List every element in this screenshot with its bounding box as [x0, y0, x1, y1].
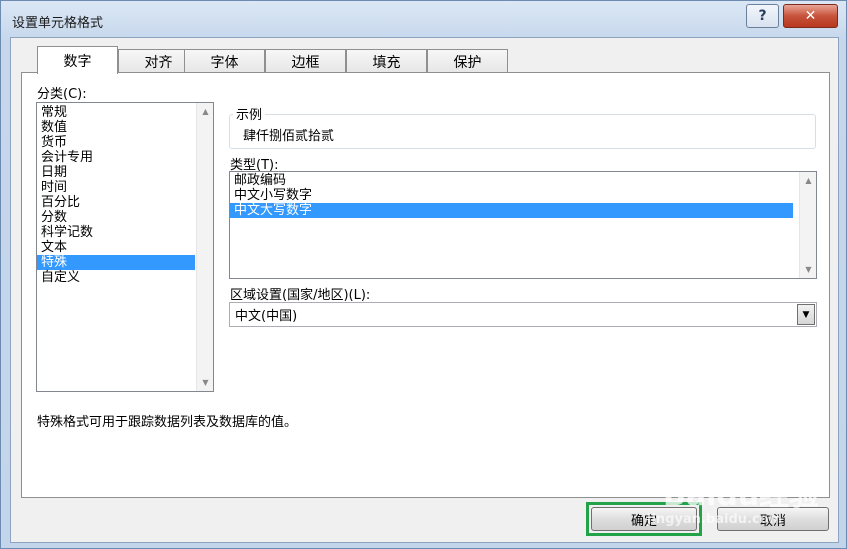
sample-label: 示例 [233, 104, 266, 123]
help-button[interactable]: ? [746, 4, 779, 28]
type-scrollbar[interactable]: ▲ ▼ [799, 172, 816, 278]
scroll-up-arrow-icon[interactable]: ▲ [800, 172, 816, 189]
list-item[interactable]: 科学记数 [37, 225, 213, 240]
type-listbox[interactable]: 邮政编码 中文小写数字 中文大写数字 ▲ ▼ [229, 171, 817, 279]
tab-border[interactable]: 边框 [265, 49, 346, 73]
list-item[interactable]: 会计专用 [37, 150, 213, 165]
description-text: 特殊格式可用于跟踪数据列表及数据库的值。 [37, 415, 298, 430]
dialog-window: 设置单元格格式 ? ✕ 数字 对齐 字体 边框 填充 保护 分类(C): 常规 … [0, 0, 847, 549]
list-item-selected[interactable]: 中文大写数字 [230, 203, 793, 218]
locale-value: 中文(中国) [235, 309, 298, 324]
list-item[interactable]: 分数 [37, 210, 213, 225]
watermark-logo: Baidu经验 [663, 470, 819, 514]
list-item[interactable]: 货币 [37, 135, 213, 150]
list-item[interactable]: 日期 [37, 165, 213, 180]
list-item[interactable]: 中文小写数字 [230, 188, 816, 203]
locale-label: 区域设置(国家/地区)(L): [230, 288, 371, 303]
scroll-down-arrow-icon[interactable]: ▼ [800, 261, 816, 278]
watermark-brand-suffix: 经验 [759, 478, 820, 513]
category-scrollbar[interactable]: ▲ ▼ [196, 103, 213, 391]
dialog-client-area: 数字 对齐 字体 边框 填充 保护 分类(C): 常规 数值 货币 会计专用 日… [10, 37, 839, 543]
chevron-down-icon[interactable]: ▼ [797, 304, 815, 325]
list-item-selected[interactable]: 特殊 [37, 255, 195, 270]
category-listbox[interactable]: 常规 数值 货币 会计专用 日期 时间 百分比 分数 科学记数 文本 特殊 自定… [36, 102, 214, 392]
dialog-title: 设置单元格格式 [12, 16, 104, 31]
sample-value: 肆仟捌佰贰拾贰 [243, 129, 335, 144]
watermark-brand: Baidu [663, 478, 760, 513]
watermark-url: jingyan.baidu.com [647, 512, 783, 527]
list-item[interactable]: 自定义 [37, 270, 213, 285]
list-item[interactable]: 百分比 [37, 195, 213, 210]
tab-fill[interactable]: 填充 [346, 49, 427, 73]
tab-number[interactable]: 数字 [37, 46, 118, 74]
category-label: 分类(C): [37, 87, 87, 102]
list-item[interactable]: 文本 [37, 240, 213, 255]
scroll-up-arrow-icon[interactable]: ▲ [197, 103, 213, 120]
close-button[interactable]: ✕ [783, 4, 838, 28]
tab-protection[interactable]: 保护 [427, 49, 508, 73]
number-tab-panel: 分类(C): 常规 数值 货币 会计专用 日期 时间 百分比 分数 科学记数 文… [21, 72, 830, 498]
tab-font[interactable]: 字体 [184, 49, 265, 73]
scroll-down-arrow-icon[interactable]: ▼ [197, 374, 213, 391]
locale-select[interactable]: 中文(中国) ▼ [229, 302, 817, 327]
list-item[interactable]: 常规 [37, 105, 213, 120]
list-item[interactable]: 时间 [37, 180, 213, 195]
list-item[interactable]: 数值 [37, 120, 213, 135]
list-item[interactable]: 邮政编码 [230, 173, 816, 188]
